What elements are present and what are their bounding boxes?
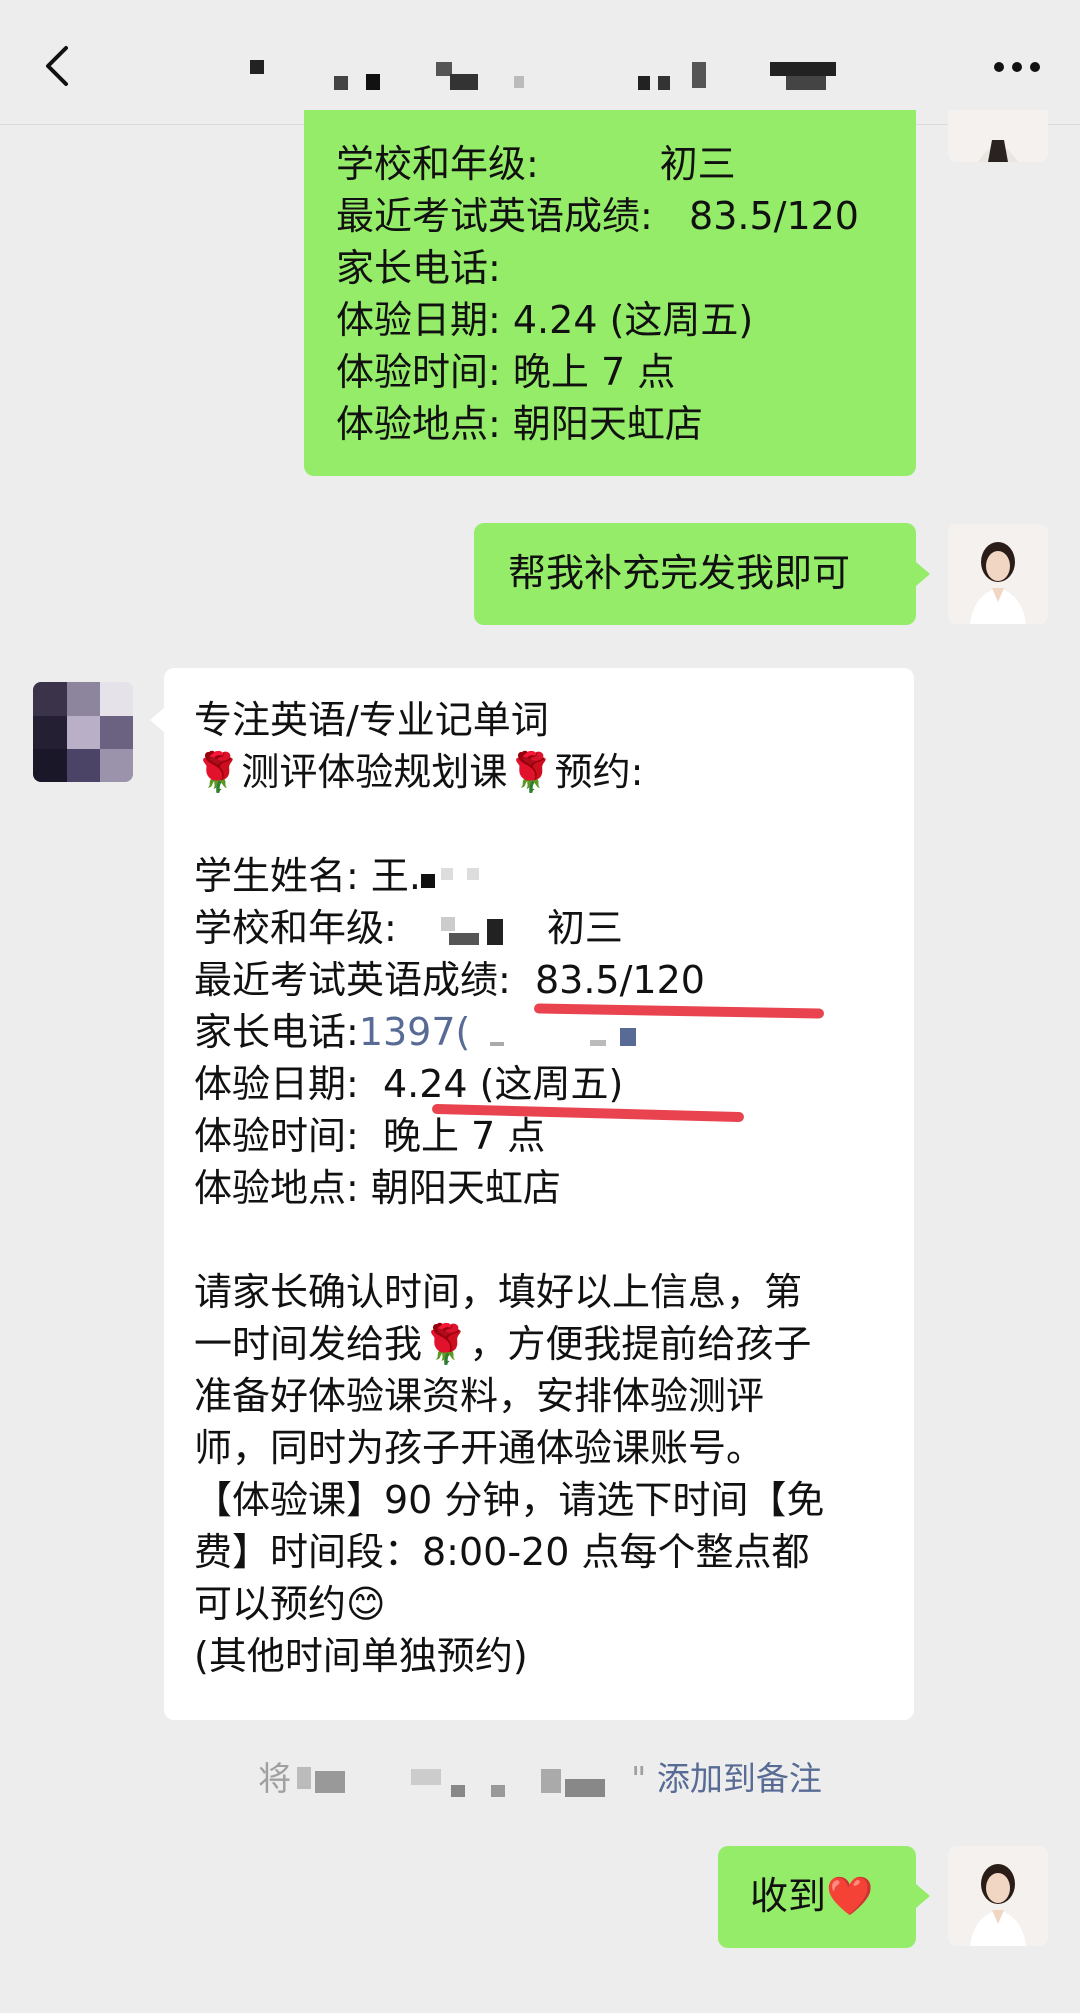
message-line: 学校和年级: 初三	[194, 902, 894, 954]
redacted-text	[440, 916, 503, 945]
message-text: ，方便我提前给孩子	[469, 1322, 812, 1366]
message-text: 收到	[750, 1874, 827, 1918]
message-line: 学生姓名: 王.	[194, 850, 894, 902]
message-line: 体验地点: 朝阳天虹店	[194, 1166, 561, 1210]
message-line: 体验地点: 朝阳天虹店	[336, 402, 703, 446]
rose-icon: 🌹	[507, 750, 555, 794]
sent-message-received[interactable]: 收到❤️	[718, 1846, 916, 1948]
bubble-tail	[150, 708, 164, 732]
bubble-tail	[916, 562, 930, 586]
sent-message-request[interactable]: 帮我补充完发我即可	[474, 523, 916, 625]
redacted-text	[297, 1766, 606, 1797]
message-text: 预约:	[554, 750, 644, 794]
score-label: 最近考试英语成绩:	[194, 958, 511, 1002]
rose-icon: 🌹	[422, 1322, 470, 1366]
user-avatar[interactable]	[948, 1846, 1048, 1946]
message-line: 最近考试英语成绩: 83.5/120	[194, 954, 894, 1006]
rose-icon: 🌹	[194, 750, 242, 794]
message-line: 🌹测评体验规划课🌹预约:	[194, 746, 894, 798]
message-line: 最近考试英语成绩: 83.5/120	[336, 194, 859, 238]
message-text: 一时间发给我	[194, 1322, 423, 1366]
message-line: 家长电话:	[336, 246, 501, 290]
school-label: 学校和年级:	[194, 906, 397, 950]
phone-number-link[interactable]: 1397(	[359, 1010, 471, 1054]
message-line: 专注英语/专业记单词	[194, 698, 549, 742]
smile-emoji-icon: 😊	[346, 1582, 386, 1626]
student-name-label: 学生姓名: 王.	[194, 854, 421, 898]
message-line: 体验时间: 晚上 7 点	[336, 350, 676, 394]
score-value: 83.5/120	[534, 958, 705, 1002]
message-line: 学校和年级: 初三	[336, 142, 736, 186]
bubble-tail	[916, 1884, 930, 1908]
add-remark-notice: 将 " 添加到备注	[0, 1752, 1080, 1802]
redacted-text	[490, 1027, 637, 1046]
message-line: 一时间发给我🌹，方便我提前给孩子	[194, 1318, 894, 1370]
heart-icon: ❤️	[826, 1874, 874, 1918]
message-line: (其他时间单独预约)	[194, 1634, 528, 1678]
chat-header	[0, 0, 1080, 125]
chat-title-redacted	[250, 60, 836, 90]
contact-avatar[interactable]	[33, 682, 133, 782]
message-line: 费】时间段：8:00-20 点每个整点都	[194, 1530, 810, 1574]
message-line: 体验日期: 4.24 (这周五)	[194, 1062, 624, 1106]
message-line: 请家长确认时间，填好以上信息，第	[194, 1270, 803, 1314]
message-line: 【体验课】90 分钟，请选下时间【免	[194, 1478, 825, 1522]
notice-text: 将	[258, 1759, 292, 1798]
notice-text: "	[631, 1759, 647, 1798]
message-text: 收到❤️	[750, 1870, 873, 1922]
message-text: 可以预约	[194, 1582, 347, 1626]
sent-message-partial[interactable]: 学校和年级: 初三 最近考试英语成绩: 83.5/120 家长电话: 体验日期:…	[304, 110, 916, 476]
redacted-text	[420, 867, 479, 888]
user-avatar[interactable]	[948, 110, 1048, 162]
message-line: 体验日期: 4.24 (这周五)	[336, 298, 754, 342]
message-line: 师，同时为孩子开通体验课账号。	[194, 1426, 765, 1470]
more-dots-icon[interactable]	[992, 60, 1042, 74]
received-message[interactable]: 专注英语/专业记单词 🌹测评体验规划课🌹预约: 学生姓名: 王. 学校和年级: 初…	[164, 668, 914, 1720]
chevron-left-icon[interactable]	[38, 44, 78, 88]
school-grade: 初三	[546, 906, 623, 950]
message-line: 准备好体验课资料，安排体验测评	[194, 1374, 765, 1418]
user-avatar[interactable]	[948, 524, 1048, 624]
course-title: 测评体验规划课	[241, 750, 508, 794]
phone-label: 家长电话:	[194, 1010, 359, 1054]
message-line: 可以预约😊	[194, 1578, 894, 1630]
message-text: 帮我补充完发我即可	[508, 551, 851, 595]
message-line: 体验时间: 晚上 7 点	[194, 1114, 546, 1158]
add-to-remark-link[interactable]: 添加到备注	[657, 1759, 822, 1798]
